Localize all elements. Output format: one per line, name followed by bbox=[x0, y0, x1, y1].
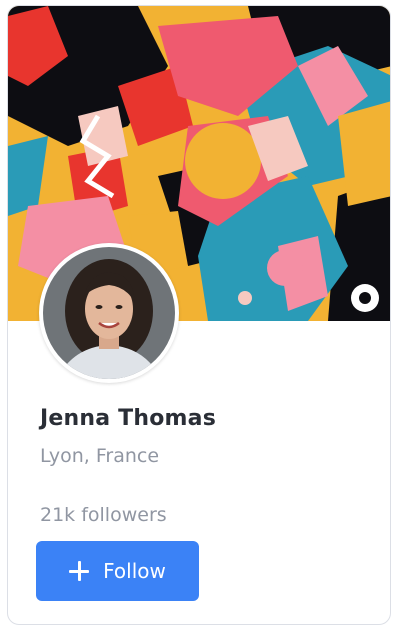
follower-count: 21k followers bbox=[40, 504, 167, 526]
avatar-photo bbox=[43, 247, 175, 379]
follow-button[interactable]: Follow bbox=[36, 541, 199, 601]
avatar bbox=[39, 243, 179, 383]
follow-button-label: Follow bbox=[103, 559, 166, 583]
profile-card: Jenna Thomas Lyon, France 21k followers … bbox=[7, 5, 391, 625]
plus-icon bbox=[69, 561, 90, 581]
profile-location: Lyon, France bbox=[40, 445, 160, 467]
profile-name: Jenna Thomas bbox=[40, 406, 216, 431]
